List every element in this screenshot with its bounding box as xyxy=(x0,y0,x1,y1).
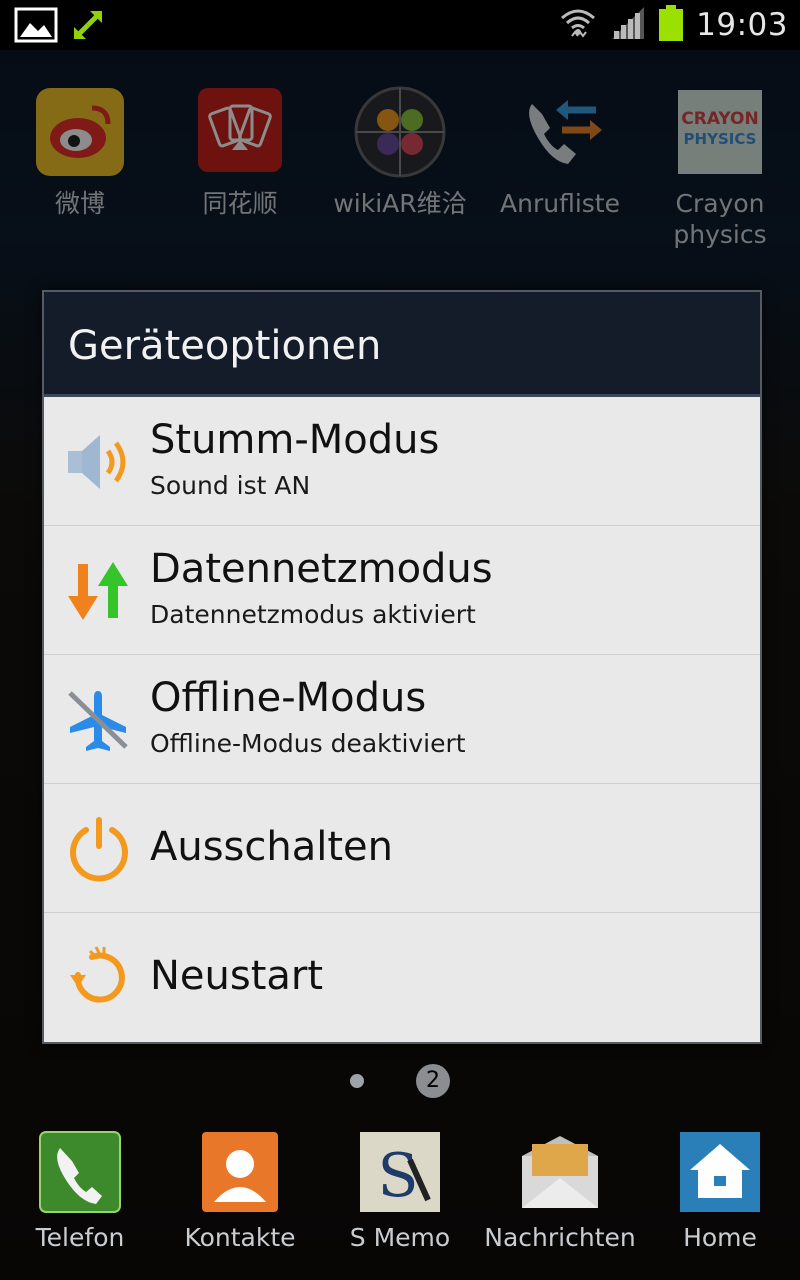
data-arrows-icon xyxy=(64,558,134,624)
page-indicator: 2 xyxy=(350,1064,450,1098)
app-label: S Memo xyxy=(349,1223,451,1252)
option-subtitle: Sound ist AN xyxy=(150,471,311,500)
option-title: Ausschalten xyxy=(150,824,394,870)
device-options-dialog: Geräteoptionen Stumm-Modus Sound ist AN … xyxy=(42,290,762,1044)
app-label: Home xyxy=(683,1223,757,1252)
home-icon xyxy=(678,1130,762,1214)
wifi-icon xyxy=(558,4,598,46)
sync-arrows-icon xyxy=(70,7,106,47)
phone-icon xyxy=(38,1130,122,1214)
option-title: Stumm-Modus xyxy=(150,417,440,463)
option-offline-mode[interactable]: Offline-Modus Offline-Modus deaktiviert xyxy=(44,655,760,784)
option-subtitle: Datennetzmodus aktiviert xyxy=(150,600,476,629)
app-label: Telefon xyxy=(35,1223,125,1252)
dock-smemo[interactable]: S S Memo xyxy=(320,1130,480,1253)
power-icon xyxy=(64,816,134,882)
option-title: Neustart xyxy=(150,953,324,999)
dock-kontakte[interactable]: Kontakte xyxy=(160,1130,320,1253)
home-screen: 19:03 微博 同花顺 wikiAR维洽 Anrufliste CRAYON P… xyxy=(0,0,800,1280)
svg-text:S: S xyxy=(377,1141,418,1211)
speaker-icon xyxy=(64,429,134,495)
app-label: Kontakte xyxy=(184,1223,296,1252)
dock-telefon[interactable]: Telefon xyxy=(0,1130,160,1253)
dock-home[interactable]: Home xyxy=(640,1130,800,1253)
option-silent-mode[interactable]: Stumm-Modus Sound ist AN xyxy=(44,397,760,526)
signal-icon xyxy=(610,5,646,45)
app-label: Nachrichten xyxy=(484,1223,636,1252)
option-subtitle: Offline-Modus deaktiviert xyxy=(150,729,466,758)
status-bar: 19:03 xyxy=(0,0,800,50)
status-clock: 19:03 xyxy=(696,7,788,43)
contacts-icon xyxy=(198,1130,282,1214)
messages-icon xyxy=(518,1130,602,1214)
option-data-network-mode[interactable]: Datennetzmodus Datennetzmodus aktiviert xyxy=(44,526,760,655)
option-title: Offline-Modus xyxy=(150,675,427,721)
smemo-icon: S xyxy=(358,1130,442,1214)
option-power-off[interactable]: Ausschalten xyxy=(44,784,760,913)
restart-icon xyxy=(64,945,134,1011)
dock-nachrichten[interactable]: Nachrichten xyxy=(480,1130,640,1253)
airplane-icon xyxy=(64,687,134,753)
dialog-title: Geräteoptionen xyxy=(44,292,760,397)
page-current-indicator[interactable]: 2 xyxy=(416,1064,450,1098)
page-dot[interactable] xyxy=(350,1074,364,1088)
battery-icon xyxy=(658,4,684,46)
option-restart[interactable]: Neustart xyxy=(44,913,760,1042)
option-title: Datennetzmodus xyxy=(150,546,493,592)
picture-icon xyxy=(14,7,58,47)
